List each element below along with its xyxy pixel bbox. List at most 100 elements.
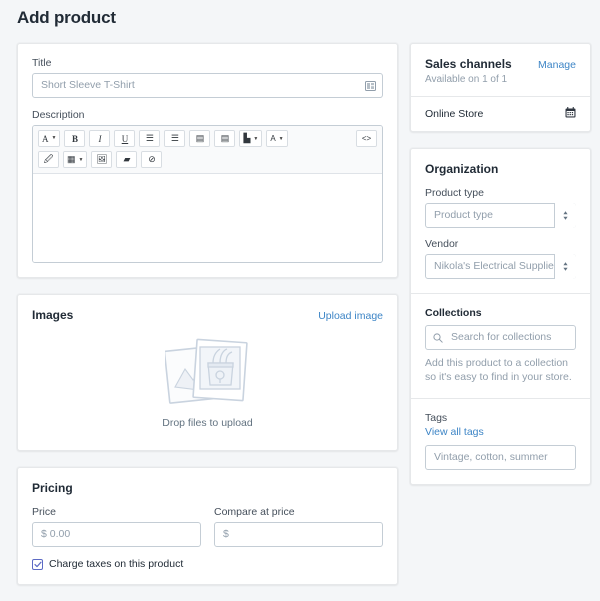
view-all-tags-link[interactable]: View all tags xyxy=(425,426,576,438)
text-color-glyph: A xyxy=(270,134,275,143)
title-input-wrap: Short Sleeve T-Shirt xyxy=(32,73,383,98)
tb-group-list: ☰ xyxy=(164,130,185,147)
editor-toolbar-row-1: A▼ B I U xyxy=(38,130,377,147)
tags-input[interactable]: Vintage, cotton, summer xyxy=(425,445,576,470)
images-header: Images Upload image xyxy=(32,308,383,322)
pricing-fields-row: Price $ 0.00 Compare at price $ xyxy=(32,506,383,547)
upload-image-link[interactable]: Upload image xyxy=(318,310,383,322)
description-label: Description xyxy=(32,109,383,121)
text-highlight-button[interactable]: ▙▼ xyxy=(240,131,261,146)
sales-channels-subtitle: Available on 1 of 1 xyxy=(425,74,576,85)
pricing-title: Pricing xyxy=(32,481,383,495)
tb-group-image: 🖼 xyxy=(91,151,112,168)
text-color-button[interactable]: A▼ xyxy=(267,131,286,146)
organization-title: Organization xyxy=(425,162,576,176)
sales-channel-label: Online Store xyxy=(425,108,483,120)
title-field-group: Title Short Sleeve T-Shirt xyxy=(32,57,383,98)
charge-taxes-row[interactable]: Charge taxes on this product xyxy=(32,558,383,570)
compare-at-price-field-group: Compare at price $ xyxy=(214,506,383,547)
tb-group-font: A▼ xyxy=(38,130,60,147)
main-column: Title Short Sleeve T-Shirt xyxy=(17,43,398,601)
manage-link[interactable]: Manage xyxy=(538,59,576,71)
underline-button[interactable]: U xyxy=(115,131,134,146)
title-label: Title xyxy=(32,57,383,69)
page-title: Add product xyxy=(17,8,116,28)
images-title: Images xyxy=(32,308,73,322)
tb-group-highlight: ▙▼ xyxy=(239,130,262,147)
collections-search-input[interactable]: Search for collections xyxy=(425,325,576,350)
bold-button[interactable]: B xyxy=(65,131,84,146)
chevron-down-icon: ▼ xyxy=(79,157,84,163)
organization-card: Organization Product type Product type xyxy=(410,148,591,485)
add-product-page: Add product Title Short Sleeve T-Shirt xyxy=(0,0,600,566)
clear-formatting-button[interactable]: ⊘ xyxy=(142,152,161,167)
chevron-down-icon: ▼ xyxy=(279,136,284,142)
side-column: Sales channels Manage Available on 1 of … xyxy=(410,43,591,501)
insert-video-button[interactable]: ▰ xyxy=(117,152,136,167)
code-view-button[interactable]: <> xyxy=(357,131,376,146)
calendar-icon[interactable] xyxy=(565,107,576,121)
text-highlight-glyph: ▙ xyxy=(243,133,250,144)
sales-channels-title: Sales channels xyxy=(425,57,512,71)
tb-group-outdent: ▤ xyxy=(189,130,210,147)
vendor-select-wrap: Nikola's Electrical Supplies xyxy=(425,254,576,279)
tb-group-clear-format: ⊘ xyxy=(141,151,162,168)
dropzone-caption: Drop files to upload xyxy=(162,417,252,429)
collections-label: Collections xyxy=(425,307,576,319)
compare-at-price-input[interactable]: $ xyxy=(214,522,383,547)
tb-group-align: ☰ xyxy=(139,130,160,147)
photos-stack-icon xyxy=(165,335,251,408)
insert-link-button[interactable]: 🖉 xyxy=(39,152,58,167)
tb-group-table: ▦▼ xyxy=(63,151,87,168)
select-updown-icon[interactable] xyxy=(554,254,576,279)
search-icon xyxy=(433,333,443,343)
select-updown-icon[interactable] xyxy=(554,203,576,228)
italic-button[interactable]: I xyxy=(90,131,109,146)
product-type-select-wrap: Product type xyxy=(425,203,576,228)
description-editor[interactable]: A▼ B I U xyxy=(32,125,383,263)
description-textarea[interactable] xyxy=(33,174,382,262)
sales-channels-card: Sales channels Manage Available on 1 of … xyxy=(410,43,591,132)
collections-search-wrap: Search for collections xyxy=(425,325,576,350)
sales-channels-header: Sales channels Manage xyxy=(425,57,576,71)
tags-label: Tags xyxy=(425,412,576,424)
layout-panel-icon[interactable] xyxy=(365,81,376,91)
tb-group-indent: ▤ xyxy=(214,130,235,147)
product-type-field-group: Product type Product type xyxy=(425,187,576,228)
tb-group-italic: I xyxy=(89,130,110,147)
align-left-button[interactable]: ☰ xyxy=(140,131,159,146)
tb-group-video: ▰ xyxy=(116,151,137,168)
pricing-card: Pricing Price $ 0.00 Compare at price $ xyxy=(17,467,398,585)
insert-table-button[interactable]: ▦▼ xyxy=(64,152,86,167)
tb-group-text-color: A▼ xyxy=(266,130,287,147)
sales-channel-row-online-store[interactable]: Online Store xyxy=(411,97,590,131)
chevron-down-icon: ▼ xyxy=(52,136,57,141)
price-field-group: Price $ 0.00 xyxy=(32,506,201,547)
insert-table-glyph: ▦ xyxy=(67,154,76,165)
tb-group-link: 🖉 xyxy=(38,151,59,168)
chevron-down-icon: ▼ xyxy=(253,136,258,142)
collections-helper-text: Add this product to a collection so it's… xyxy=(425,356,576,384)
outdent-button[interactable]: ▤ xyxy=(190,131,209,146)
tb-group-underline: U xyxy=(114,130,135,147)
tb-group-code: <> xyxy=(356,130,377,147)
editor-toolbar: A▼ B I U xyxy=(33,126,382,174)
title-input[interactable]: Short Sleeve T-Shirt xyxy=(32,73,383,98)
tb-group-bold: B xyxy=(64,130,85,147)
product-details-card: Title Short Sleeve T-Shirt xyxy=(17,43,398,278)
images-card: Images Upload image xyxy=(17,294,398,451)
vendor-label: Vendor xyxy=(425,238,576,250)
charge-taxes-label: Charge taxes on this product xyxy=(49,558,183,570)
price-input[interactable]: $ 0.00 xyxy=(32,522,201,547)
font-family-glyph: A xyxy=(42,134,49,144)
charge-taxes-checkbox[interactable] xyxy=(32,559,43,570)
bulleted-list-button[interactable]: ☰ xyxy=(165,131,184,146)
font-family-button[interactable]: A▼ xyxy=(39,131,59,146)
price-label: Price xyxy=(32,506,201,518)
image-dropzone[interactable]: Drop files to upload xyxy=(32,328,383,436)
indent-button[interactable]: ▤ xyxy=(215,131,234,146)
insert-image-button[interactable]: 🖼 xyxy=(92,152,111,167)
vendor-field-group: Vendor Nikola's Electrical Supplies xyxy=(425,238,576,279)
compare-at-price-label: Compare at price xyxy=(214,506,383,518)
product-type-label: Product type xyxy=(425,187,576,199)
